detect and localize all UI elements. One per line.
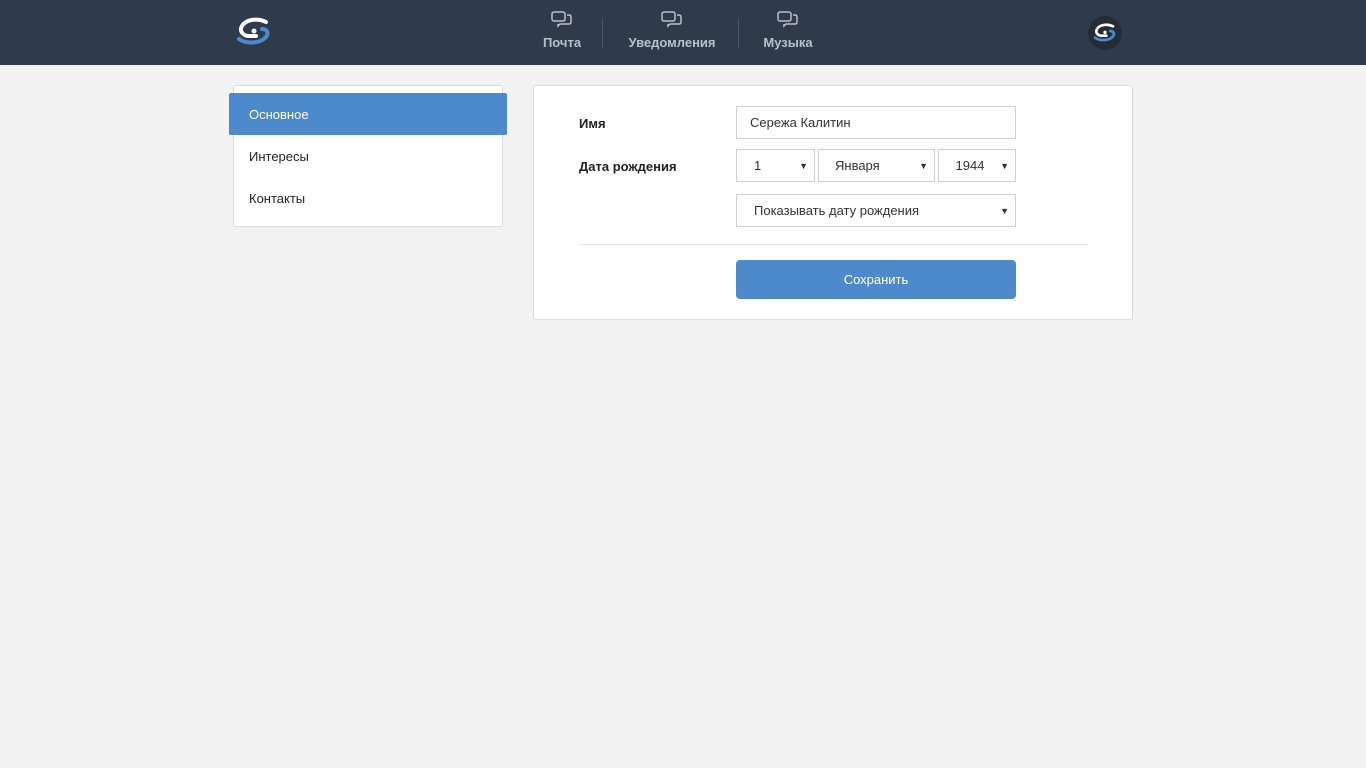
profile-form-panel: Имя Сережа Калитин Дата рождения 1 ▼ Янв…: [533, 85, 1133, 320]
nav-item-label: Почта: [542, 35, 582, 50]
birth-day-value: 1: [754, 158, 762, 173]
chat-icon: [661, 11, 682, 28]
birth-day-select[interactable]: 1 ▼: [736, 149, 815, 182]
nav-divider: [738, 18, 739, 48]
top-navbar: Почта Уведомления Музыка: [0, 0, 1366, 65]
avatar-logo-icon: [1093, 23, 1116, 42]
birth-visibility-select[interactable]: Показывать дату рождения ▼: [736, 194, 1016, 227]
save-button-label: Сохранить: [843, 272, 909, 287]
sidebar-item-interests[interactable]: Интересы: [234, 135, 502, 177]
chevron-down-icon: ▼: [799, 161, 808, 171]
birth-year-value: 1944: [955, 158, 985, 173]
sidebar-item-label: Основное: [249, 106, 309, 122]
sidebar-item-label: Интересы: [249, 148, 309, 164]
name-input[interactable]: Сережа Калитин: [736, 106, 1016, 139]
nav-divider: [602, 18, 603, 48]
chat-icon: [777, 11, 798, 28]
birth-date-label: Дата рождения: [579, 159, 677, 174]
form-divider: [579, 244, 1088, 245]
name-label: Имя: [579, 116, 606, 131]
birth-month-value: Января: [835, 158, 880, 173]
nav-item-notifications[interactable]: Уведомления: [624, 0, 720, 65]
name-input-value: Сережа Калитин: [750, 115, 851, 130]
nav-item-mail[interactable]: Почта: [536, 0, 588, 65]
main-nav: Почта Уведомления Музыка: [0, 0, 1366, 65]
birth-visibility-value: Показывать дату рождения: [754, 203, 920, 218]
chevron-down-icon: ▼: [1000, 206, 1009, 216]
sidebar-item-contacts[interactable]: Контакты: [234, 177, 502, 219]
user-avatar[interactable]: [1088, 16, 1122, 50]
nav-item-music[interactable]: Музыка: [759, 0, 817, 65]
sidebar-item-basic[interactable]: Основное: [229, 93, 507, 135]
save-button[interactable]: Сохранить: [736, 260, 1016, 299]
birth-year-select[interactable]: 1944 ▼: [938, 149, 1016, 182]
chevron-down-icon: ▼: [1000, 161, 1009, 171]
chat-icon: [551, 11, 572, 28]
nav-item-label: Музыка: [763, 35, 813, 50]
sidebar-item-label: Контакты: [249, 190, 306, 206]
nav-item-label: Уведомления: [628, 35, 716, 50]
chevron-down-icon: ▼: [919, 161, 928, 171]
settings-sidebar: Основное Интересы Контакты: [229, 85, 507, 227]
birth-month-select[interactable]: Января ▼: [818, 149, 935, 182]
